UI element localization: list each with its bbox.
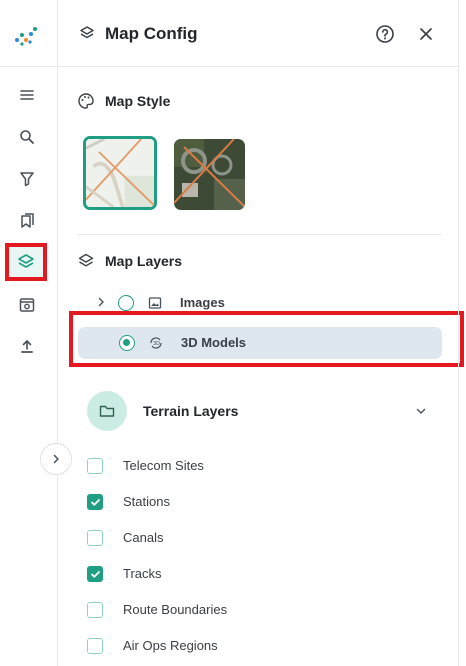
checkbox-label: Route Boundaries <box>123 602 228 617</box>
rotate-3d-icon: 3D <box>150 337 162 349</box>
layers-icon <box>80 26 94 39</box>
menu-button[interactable] <box>9 79 45 111</box>
rail-divider <box>0 66 58 67</box>
map-layers-heading: Map Layers <box>77 252 182 270</box>
app-logo-icon <box>15 27 37 46</box>
layer-row-3d-models[interactable]: 3D 3D Models <box>78 327 442 359</box>
map-config-panel: Map Config Map Style Map Layers Images 3… <box>59 0 464 666</box>
svg-text:3D: 3D <box>153 341 160 347</box>
layers-icon <box>18 254 34 268</box>
layer-radio[interactable] <box>118 295 134 311</box>
terrain-item-route-boundaries[interactable]: Route Boundaries <box>87 600 227 620</box>
panel-header: Map Config <box>59 0 458 67</box>
section-divider <box>77 234 441 235</box>
eye-window-icon <box>19 298 35 312</box>
bookmarks-icon <box>21 213 34 228</box>
terrain-item-telecom-sites[interactable]: Telecom Sites <box>87 456 204 476</box>
hamburger-icon <box>20 90 34 100</box>
checkbox[interactable] <box>87 602 103 618</box>
panel-border <box>458 0 459 666</box>
checkbox[interactable] <box>87 458 103 474</box>
chevron-right-icon <box>53 454 59 464</box>
upload-button[interactable] <box>9 331 45 363</box>
layer-label: 3D Models <box>181 335 247 350</box>
map-layers-label: Map Layers <box>105 253 183 269</box>
help-circle-icon[interactable] <box>375 24 395 44</box>
panel-title: Map Config <box>105 24 198 43</box>
terrain-item-tracks[interactable]: Tracks <box>87 564 162 584</box>
search-icon <box>20 130 34 144</box>
checkbox-label: Stations <box>123 494 170 509</box>
checkbox-label: Canals <box>123 530 164 545</box>
checkbox[interactable] <box>87 494 103 510</box>
check-icon <box>90 498 100 506</box>
street-map-thumbnail <box>86 139 154 207</box>
upload-icon <box>21 340 33 353</box>
palette-icon <box>78 93 94 109</box>
preview-button[interactable] <box>9 289 45 321</box>
terrain-item-air-ops-regions[interactable]: Air Ops Regions <box>87 636 218 656</box>
map-config-button[interactable] <box>5 243 47 281</box>
chevron-down-icon[interactable] <box>415 405 427 417</box>
layer-row-images[interactable]: Images <box>77 287 441 319</box>
terrain-item-stations[interactable]: Stations <box>87 492 170 512</box>
checkbox[interactable] <box>87 638 103 654</box>
terrain-item-canals[interactable]: Canals <box>87 528 163 548</box>
layer-radio[interactable] <box>119 335 135 351</box>
satellite-map-thumbnail <box>174 139 245 210</box>
chevron-right-icon[interactable] <box>95 296 107 308</box>
layer-label: Images <box>180 295 225 310</box>
filter-button[interactable] <box>9 163 45 195</box>
search-button[interactable] <box>9 121 45 153</box>
map-style-heading: Map Style <box>77 92 170 110</box>
map-style-street[interactable] <box>83 136 157 210</box>
close-icon[interactable] <box>417 25 435 43</box>
image-icon <box>148 297 162 309</box>
map-style-label: Map Style <box>105 93 171 109</box>
folder-icon <box>87 391 127 431</box>
check-icon <box>90 570 100 578</box>
bookmarks-button[interactable] <box>9 205 45 237</box>
layers-icon <box>78 253 94 267</box>
filter-icon <box>20 172 34 187</box>
nav-rail <box>0 0 58 666</box>
terrain-layers-label: Terrain Layers <box>143 403 239 419</box>
checkbox-label: Air Ops Regions <box>123 638 218 653</box>
map-style-satellite[interactable] <box>174 139 245 210</box>
checkbox-label: Tracks <box>123 566 162 581</box>
collapse-panel-button[interactable] <box>40 443 72 475</box>
terrain-layers-group[interactable]: Terrain Layers <box>87 391 427 431</box>
checkbox-label: Telecom Sites <box>123 458 204 473</box>
checkbox[interactable] <box>87 566 103 582</box>
checkbox[interactable] <box>87 530 103 546</box>
